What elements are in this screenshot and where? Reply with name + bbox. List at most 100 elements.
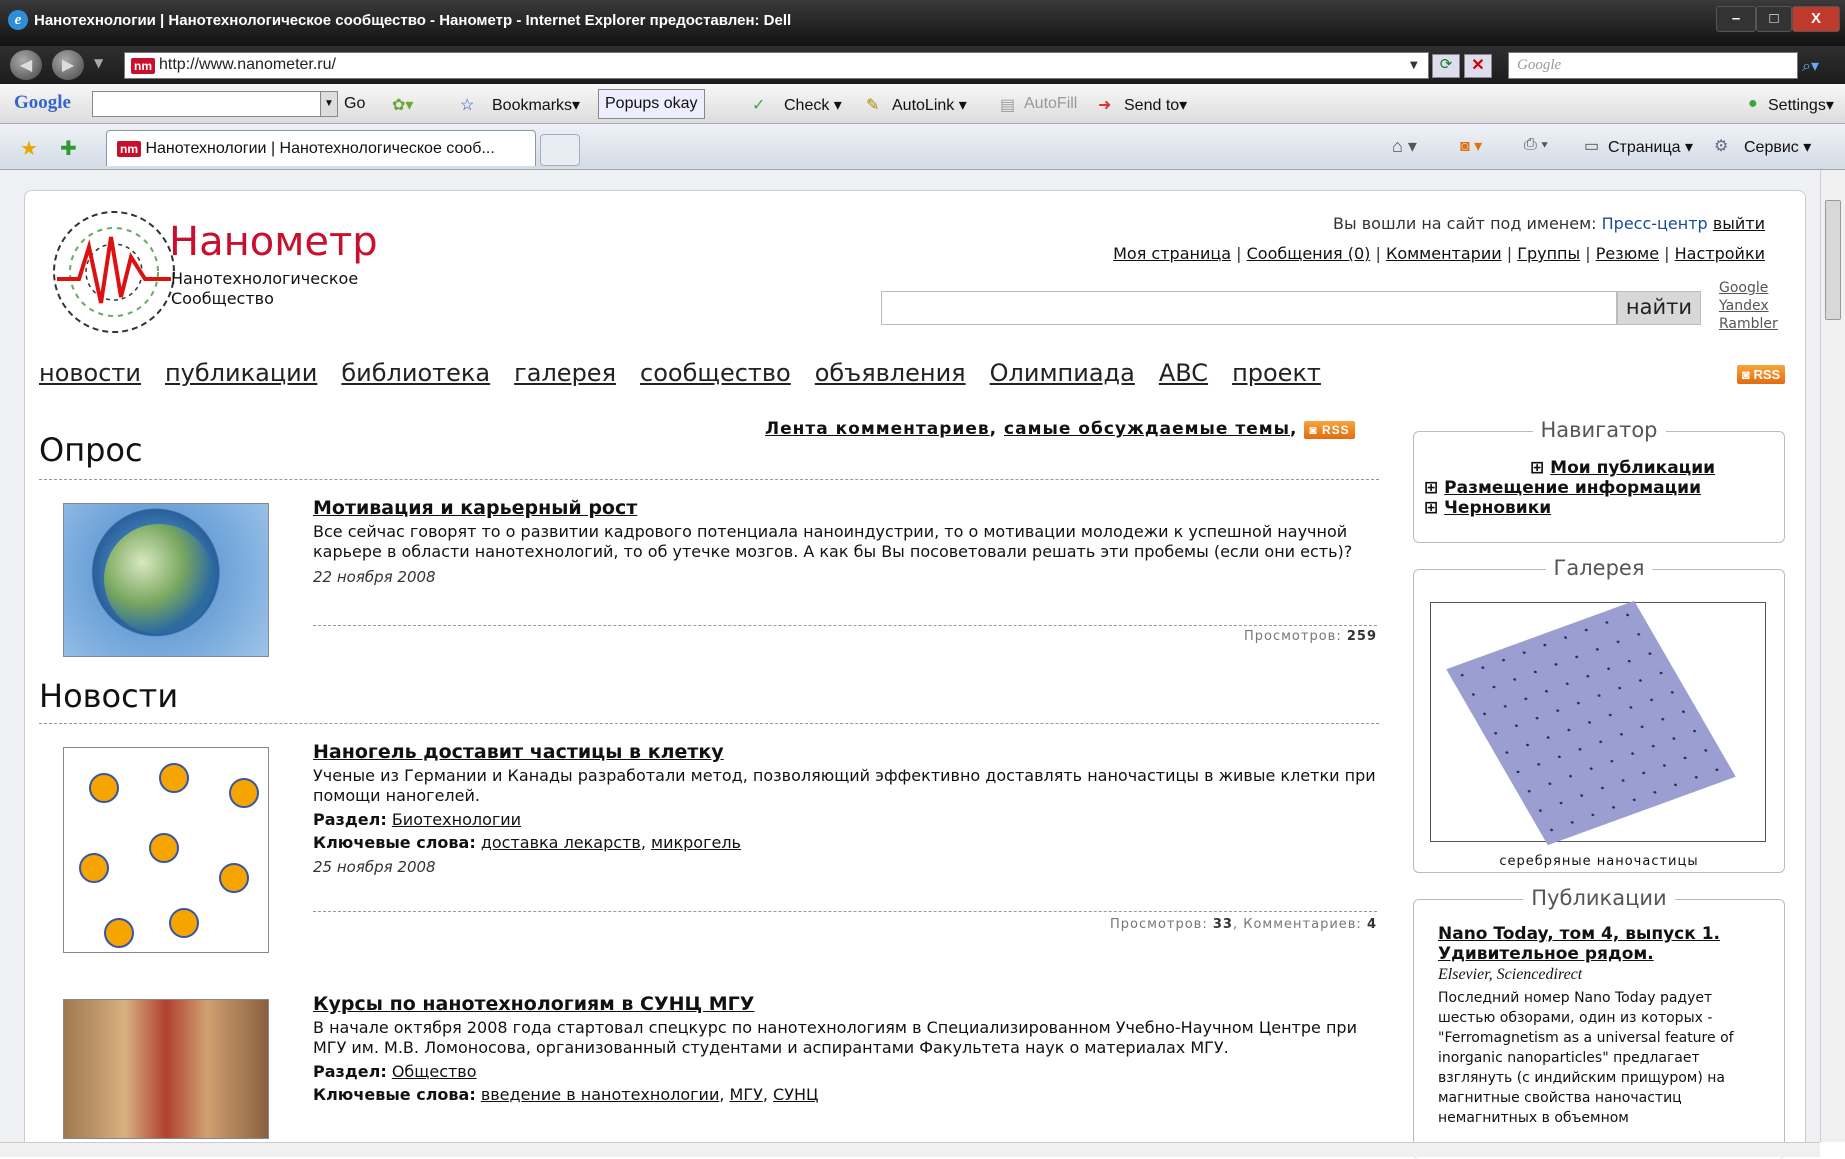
puzzle-icon[interactable]: ✿▾ [392,95,413,115]
tab-active[interactable]: nm Нанотехнологии | Нанотехнологическое … [106,130,536,166]
engine-yandex-link[interactable]: Yandex [1719,297,1778,315]
window-title: Нанотехнологии | Нанотехнологическое соо… [34,12,792,29]
spellcheck-icon: ✓ [752,97,766,114]
scroll-thumb[interactable] [1825,200,1841,320]
url-dropdown-icon[interactable]: ▼ [1410,60,1418,71]
sendto-icon: ➜ [1098,97,1112,114]
tab-favicon-icon: nm [117,141,141,157]
user-links: Моя страница | Сообщения (0) | Комментар… [1113,244,1765,263]
home-icon[interactable]: ⌂ ▾ [1392,136,1417,157]
settings-link[interactable]: Настройки [1675,244,1765,263]
gallery-title: Галерея [1545,556,1653,580]
comments-rss-badge[interactable]: ◙ RSS [1304,421,1355,439]
nav-project[interactable]: проект [1232,359,1321,387]
nav-drafts[interactable]: ⊞ Черновики [1424,498,1551,518]
search-submit-button[interactable]: найти [1617,291,1701,325]
add-favorite-icon[interactable]: ✚ [60,136,77,161]
keyword-link[interactable]: введение в нанотехнологии [481,1085,720,1104]
page-menu[interactable]: Страница ▾ [1608,137,1693,157]
keyword-link[interactable]: микрогель [651,833,741,852]
expand-icon[interactable]: ⊞ [1530,458,1550,478]
nav-olympiad[interactable]: Олимпиада [990,359,1135,387]
publication-title-link[interactable]: Nano Today, том 4, выпуск 1. Удивительно… [1438,924,1768,964]
msu-course-photo[interactable] [63,999,269,1139]
nav-community[interactable]: сообщество [640,359,791,387]
sendto-button[interactable]: Send to▾ [1124,95,1187,115]
hot-topics-link[interactable]: самые обсуждаемые темы [1004,419,1290,439]
comments-feed-link[interactable]: Лента комментариев [765,419,990,439]
new-tab-button[interactable] [540,134,580,166]
history-dropdown-icon[interactable]: ▼ [94,56,103,70]
nav-placement[interactable]: ⊞ Размещение информации [1424,478,1701,498]
nav-my-pubs[interactable]: ⊞ Мои публикации [1530,458,1715,478]
back-button[interactable]: ◀ [10,50,42,80]
my-publications-link[interactable]: Мои публикации [1550,458,1715,478]
section-link[interactable]: Общество [392,1062,477,1081]
tools-menu[interactable]: Сервис ▾ [1744,137,1811,157]
publications-title: Публикации [1523,886,1675,910]
autolink-button[interactable]: AutoLink ▾ [892,95,967,115]
engine-rambler-link[interactable]: Rambler [1719,315,1778,333]
messages-link[interactable]: Сообщения (0) [1247,244,1371,263]
comments-link[interactable]: Комментарии [1386,244,1502,263]
horizontal-scrollbar[interactable] [0,1142,1820,1157]
favorites-star-icon[interactable]: ★ [20,136,38,161]
nav-library[interactable]: библиотека [341,359,490,387]
nav-ads[interactable]: объявления [815,359,966,387]
autofill-button[interactable]: AutoFill [1024,95,1077,113]
engine-google-link[interactable]: Google [1719,279,1778,297]
login-user-link[interactable]: Пресс-центр [1602,214,1708,233]
minimize-button[interactable]: – [1716,6,1756,32]
url-input[interactable]: nm http://www.nanometer.ru/ [124,52,1429,79]
drafts-link[interactable]: Черновики [1444,498,1551,518]
news-item-2: Курсы по нанотехнологиям в СУНЦ МГУ В на… [313,993,1377,1104]
search-icon[interactable]: ⌕▾ [1802,56,1819,76]
comma: , [719,1085,725,1104]
news-keywords: Ключевые слова: введение в нанотехнологи… [313,1085,1377,1104]
placement-link[interactable]: Размещение информации [1444,478,1701,498]
expand-icon[interactable]: ⊞ [1424,478,1444,498]
google-go-button[interactable]: Go [344,95,365,113]
close-button[interactable]: X [1792,6,1840,32]
section-link[interactable]: Биотехнологии [392,810,521,829]
nav-abc[interactable]: ABC [1159,359,1208,387]
poll-title-link[interactable]: Мотивация и карьерный рост [313,497,1377,519]
feeds-icon[interactable]: ◙ ▾ [1460,136,1482,156]
my-page-link[interactable]: Моя страница [1113,244,1231,263]
news-title-link[interactable]: Наногель доставит частицы в клетку [313,741,1377,763]
maximize-button[interactable]: □ [1756,6,1792,32]
search-input[interactable]: Google [1508,52,1798,79]
google-search-input[interactable] [92,91,322,117]
keyword-link[interactable]: СУНЦ [773,1085,818,1104]
forward-button[interactable]: ▶ [52,50,84,80]
expand-icon[interactable]: ⊞ [1424,498,1444,518]
site-logo-mark[interactable] [49,207,179,337]
settings-button[interactable]: Settings▾ [1768,95,1834,115]
gallery-image-caption: серебряные наночастицы [1499,854,1699,869]
keyword-link[interactable]: доставка лекарств [481,833,641,852]
poll-globe-image[interactable] [63,503,269,657]
site-search-input[interactable] [881,291,1617,325]
keyword-link[interactable]: МГУ [730,1085,763,1104]
nav-publications[interactable]: публикации [165,359,317,387]
nanogel-image[interactable] [63,747,269,953]
google-dropdown-icon[interactable]: ▼ [320,91,338,117]
logo-subtitle-1: Нанотехнологическое [171,269,359,288]
groups-link[interactable]: Группы [1517,244,1580,263]
vertical-scrollbar[interactable] [1820,170,1845,1142]
popups-label: Popups okay [605,95,698,112]
check-button[interactable]: Check ▾ [784,95,842,115]
popups-button[interactable]: Popups okay [598,89,705,119]
logout-link[interactable]: выйти [1713,214,1765,233]
nav-gallery[interactable]: галерея [514,359,616,387]
comma: , [989,419,998,439]
news-title-link[interactable]: Курсы по нанотехнологиям в СУНЦ МГУ [313,993,1377,1015]
print-icon[interactable]: ⎙ ▾ [1524,136,1548,154]
gallery-image[interactable] [1430,600,1766,846]
bookmarks-button[interactable]: Bookmarks▾ [492,95,580,115]
rss-badge[interactable]: ◙ RSS [1737,365,1786,384]
nav-news[interactable]: новости [39,359,141,387]
resume-link[interactable]: Резюме [1596,244,1659,263]
stop-icon[interactable]: ✕ [1464,54,1492,78]
refresh-icon[interactable]: ⟳ [1432,54,1460,78]
